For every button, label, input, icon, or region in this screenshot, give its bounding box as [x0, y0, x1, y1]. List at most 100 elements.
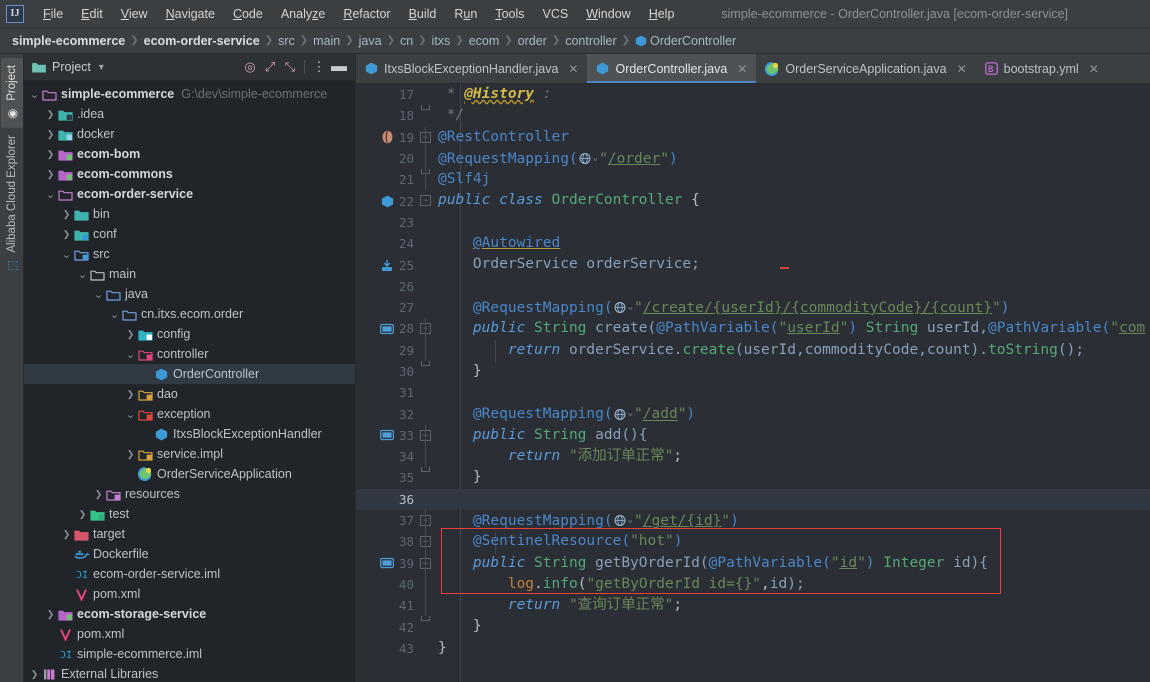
close-icon[interactable]: ✕ — [1089, 62, 1099, 76]
tree-row[interactable]: ❯ ecom-bom — [24, 144, 355, 164]
line-number[interactable]: 32 — [356, 403, 418, 424]
line-number[interactable]: 25 — [356, 254, 418, 275]
code-line[interactable]: @RequestMapping(⌄ "/add") — [434, 403, 1150, 424]
line-number[interactable]: 36 — [356, 488, 418, 510]
editor-tab-itxsblockexceptionhandler-java[interactable]: ItxsBlockExceptionHandler.java ✕ — [356, 54, 587, 83]
code-line[interactable]: public class OrderController { — [434, 190, 1150, 211]
tree-row[interactable]: pom.xml — [24, 624, 355, 644]
collapse-all-button[interactable]: ⤡ — [280, 57, 300, 77]
fold-marker-slot[interactable] — [418, 403, 434, 424]
tree-row[interactable]: ⌄ ecom-order-service — [24, 184, 355, 204]
menu-item-vcs[interactable]: VCS — [534, 4, 578, 24]
fold-marker-slot[interactable] — [418, 233, 434, 254]
code-line[interactable]: return orderService.create(userId,commod… — [434, 340, 1150, 361]
chevron-right-icon[interactable]: ❯ — [124, 449, 137, 460]
fold-marker-slot[interactable]: − — [418, 424, 434, 447]
fold-marker-slot[interactable] — [418, 339, 434, 361]
chevron-down-icon[interactable]: ⌄ — [28, 88, 41, 101]
tree-row[interactable]: ❯ conf — [24, 224, 355, 244]
menu-item-refactor[interactable]: Refactor — [334, 4, 399, 24]
fold-marker-slot[interactable] — [418, 467, 434, 488]
code-line[interactable] — [434, 276, 1150, 297]
editor-tab-orderserviceapplication-java[interactable]: OrderServiceApplication.java ✕ — [756, 54, 975, 83]
line-number[interactable]: 41 — [356, 595, 418, 616]
code-line[interactable]: } — [434, 638, 1150, 659]
code-line[interactable]: @SentinelResource("hot") — [434, 531, 1150, 552]
spring-bean-icon[interactable] — [380, 130, 394, 144]
code-line[interactable]: */ — [434, 105, 1150, 126]
web-endpoint-icon[interactable]: ⌄ — [614, 297, 633, 318]
chevron-right-icon[interactable]: ❯ — [44, 149, 57, 160]
autowired-icon[interactable] — [380, 258, 394, 272]
chevron-down-icon[interactable]: ⌄ — [60, 248, 73, 261]
fold-marker-slot[interactable] — [418, 638, 434, 659]
class-icon[interactable] — [380, 194, 394, 208]
line-number[interactable]: 39 — [356, 553, 418, 574]
fold-marker-slot[interactable]: − — [418, 531, 434, 553]
fold-marker-slot[interactable] — [418, 212, 434, 233]
tree-row[interactable]: Dockerfile — [24, 544, 355, 564]
menu-item-navigate[interactable]: Navigate — [157, 4, 224, 24]
line-number[interactable]: 23 — [356, 212, 418, 233]
breadcrumb-item-ecom-order-service[interactable]: ecom-order-service — [144, 34, 260, 48]
fold-marker-slot[interactable] — [418, 147, 434, 170]
tree-row[interactable]: ⌄ src — [24, 244, 355, 264]
tree-row[interactable]: ❯ config — [24, 324, 355, 344]
breadcrumb-item-cn[interactable]: cn — [400, 34, 413, 48]
fold-marker-slot[interactable]: − — [418, 190, 434, 211]
chevron-down-icon[interactable]: ⌄ — [76, 268, 89, 281]
line-number[interactable]: 18 — [356, 105, 418, 126]
tree-row[interactable]: ⌄ java — [24, 284, 355, 304]
chevron-down-icon[interactable]: ⌄ — [124, 408, 137, 421]
breadcrumb-item-itxs[interactable]: itxs — [432, 34, 451, 48]
hide-panel-button[interactable]: ▬ — [329, 57, 349, 77]
line-number[interactable]: 42 — [356, 616, 418, 637]
code-line[interactable]: @Autowired — [434, 233, 1150, 254]
breadcrumb-item-controller[interactable]: controller — [565, 34, 616, 48]
line-number[interactable]: 37 — [356, 510, 418, 531]
breadcrumb-item-main[interactable]: main — [313, 34, 340, 48]
code-line[interactable]: } — [434, 361, 1150, 382]
chevron-right-icon[interactable]: ❯ — [92, 489, 105, 500]
tree-row[interactable]: ⌄ main — [24, 264, 355, 284]
menu-item-code[interactable]: Code — [224, 4, 272, 24]
scroll-from-source-button[interactable]: ◎ — [240, 57, 260, 77]
endpoint-icon[interactable] — [380, 322, 394, 336]
web-endpoint-icon[interactable]: ⌄ — [579, 148, 598, 169]
fold-marker-slot[interactable] — [418, 297, 434, 318]
line-number[interactable]: 33 — [356, 425, 418, 446]
close-icon[interactable]: ✕ — [957, 62, 967, 76]
code-line[interactable]: return "添加订单正常"; — [434, 446, 1150, 467]
breadcrumb-item-order[interactable]: order — [518, 34, 547, 48]
fold-end-icon[interactable] — [421, 467, 430, 473]
code-line[interactable]: @RestController — [434, 127, 1150, 148]
code-editor[interactable]: 17 18 19 20 21 22 23 24 25 26 27 28 29 30 31 32 33 34 35 36… — [356, 84, 1150, 682]
web-endpoint-icon[interactable]: ⌄ — [614, 403, 633, 424]
line-number[interactable]: 21 — [356, 169, 418, 190]
fold-marker-slot[interactable] — [418, 360, 434, 382]
menu-item-analyze[interactable]: Analyze — [272, 4, 334, 24]
tree-row[interactable]: ❯ .idea — [24, 104, 355, 124]
fold-end-icon[interactable] — [421, 105, 430, 111]
breadcrumb-item-src[interactable]: src — [278, 34, 295, 48]
chevron-right-icon[interactable]: ❯ — [28, 669, 41, 680]
fold-marker-slot[interactable]: − — [418, 552, 434, 574]
line-number[interactable]: 24 — [356, 233, 418, 254]
menu-item-build[interactable]: Build — [400, 4, 446, 24]
chevron-down-icon[interactable]: ⌄ — [124, 348, 137, 361]
tree-row[interactable]: ❯ docker — [24, 124, 355, 144]
fold-marker-slot[interactable]: − — [418, 126, 434, 148]
line-number[interactable]: 35 — [356, 467, 418, 488]
tree-row[interactable]: ⌄ controller — [24, 344, 355, 364]
editor-gutter[interactable]: 17 18 19 20 21 22 23 24 25 26 27 28 29 30 31 32 33 34 35 36… — [356, 84, 418, 682]
tree-row[interactable]: ❯ ecom-storage-service — [24, 604, 355, 624]
code-line[interactable]: log.info("getByOrderId id={}",id); — [434, 574, 1150, 595]
line-number[interactable]: 43 — [356, 638, 418, 659]
line-number[interactable]: 19 — [356, 127, 418, 148]
line-number[interactable]: 17 — [356, 84, 418, 105]
fold-marker-slot[interactable] — [418, 573, 434, 596]
tool-tab-alibaba-cloud-explorer[interactable]: ⬚ Alibaba Cloud Explorer — [1, 128, 23, 280]
menu-item-view[interactable]: View — [112, 4, 157, 24]
fold-marker-slot[interactable]: − — [418, 509, 434, 532]
tree-row-selected[interactable]: OrderController — [24, 364, 355, 384]
